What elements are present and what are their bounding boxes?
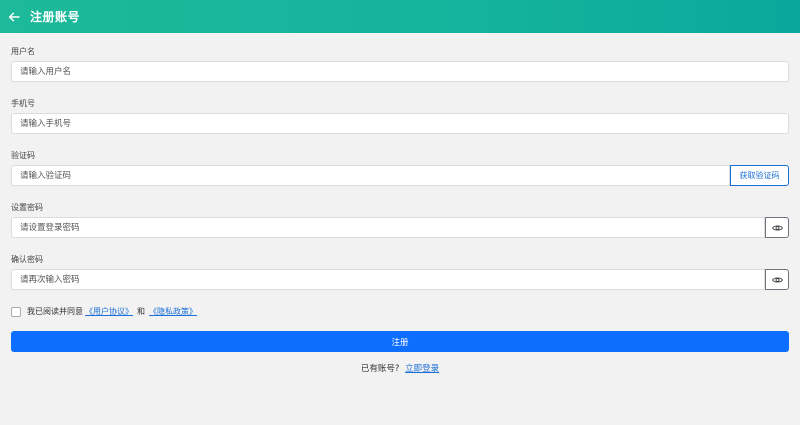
- code-input[interactable]: [11, 165, 730, 186]
- confirm-password-input[interactable]: [11, 269, 765, 290]
- arrow-left-icon: [8, 12, 20, 21]
- eye-icon: [771, 276, 783, 283]
- register-button[interactable]: 注册: [11, 331, 789, 352]
- phone-row: [11, 113, 789, 134]
- phone-input[interactable]: [11, 113, 789, 134]
- get-code-button[interactable]: 获取验证码: [730, 165, 789, 186]
- eye-icon: [771, 224, 783, 231]
- username-row: [11, 61, 789, 82]
- login-link[interactable]: 立即登录: [405, 364, 439, 374]
- password-row: [11, 217, 789, 238]
- page-title: 注册账号: [30, 10, 81, 24]
- back-button[interactable]: [7, 10, 21, 24]
- username-input[interactable]: [11, 61, 789, 82]
- phone-label: 手机号: [11, 99, 35, 108]
- agreement-text: 我已阅读并同意: [27, 307, 83, 316]
- code-label: 验证码: [11, 151, 35, 160]
- confirm-password-label: 确认密码: [11, 255, 43, 264]
- confirm-password-row: [11, 269, 789, 290]
- agreement-checkbox[interactable]: [11, 306, 21, 317]
- code-row: 获取验证码: [11, 165, 789, 186]
- app-header: 注册账号: [0, 0, 800, 33]
- password-toggle-button[interactable]: [765, 217, 789, 238]
- agreement-and: 和: [137, 307, 145, 316]
- user-agreement-link[interactable]: 《用户协议》: [85, 306, 133, 317]
- login-row: 已有账号? 立即登录: [11, 362, 789, 374]
- username-label: 用户名: [11, 47, 35, 56]
- privacy-policy-link[interactable]: 《隐私政策》: [149, 306, 197, 317]
- agreement-row: 我已阅读并同意 《用户协议》 和 《隐私政策》: [11, 306, 197, 317]
- password-label: 设置密码: [11, 203, 43, 212]
- password-input[interactable]: [11, 217, 765, 238]
- login-prompt: 已有账号?: [360, 364, 400, 374]
- confirm-password-toggle-button[interactable]: [765, 269, 789, 290]
